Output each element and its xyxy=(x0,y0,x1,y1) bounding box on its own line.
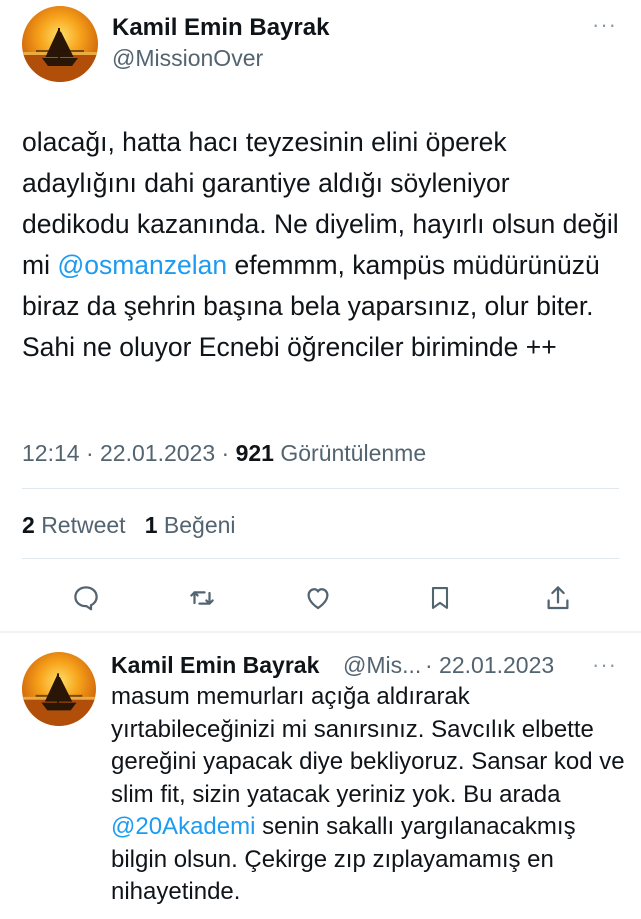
sunset-sailboat-avatar-image xyxy=(22,652,96,726)
retweets-label[interactable]: Retweet xyxy=(41,512,125,538)
author-name[interactable]: Kamil Emin Bayrak xyxy=(112,14,329,42)
reply-date[interactable]: · 22.01.2023 xyxy=(425,652,554,679)
more-options-icon[interactable]: ··· xyxy=(592,12,617,38)
retweet-icon xyxy=(190,591,214,605)
reply-author-avatar[interactable] xyxy=(22,652,96,726)
likes-label[interactable]: Beğeni xyxy=(164,512,236,538)
reply-icon xyxy=(74,586,98,611)
views-count: 921 xyxy=(235,440,274,466)
reply-author-name[interactable]: Kamil Emin Bayrak xyxy=(111,652,319,679)
author-handle[interactable]: @MissionOver xyxy=(112,45,263,72)
heart-icon xyxy=(307,588,329,610)
tweet-time[interactable]: 12:14 xyxy=(22,440,80,466)
bookmark-button[interactable] xyxy=(420,580,460,616)
reply-text-part1: masum memurları açığa aldırarak yırtabil… xyxy=(111,683,625,808)
share-button[interactable] xyxy=(538,580,578,616)
sunset-sailboat-avatar-image xyxy=(22,6,98,82)
reply-mention-link[interactable]: @20Akademi xyxy=(111,813,255,840)
mention-link[interactable]: @osmanzelan xyxy=(57,250,227,280)
tweet-text: olacağı, hatta hacı teyzesinin elini öpe… xyxy=(22,122,622,368)
divider xyxy=(22,488,619,489)
tweet-date[interactable]: 22.01.2023 xyxy=(100,440,215,466)
bookmark-icon xyxy=(431,587,449,609)
reply-more-options-icon[interactable]: ··· xyxy=(592,652,617,678)
retweets-count[interactable]: 2 xyxy=(22,512,35,538)
reply-author-handle[interactable]: @Mis... xyxy=(343,652,421,679)
separator: · xyxy=(79,440,101,466)
views-label: Görüntülenme xyxy=(280,440,427,466)
tweet-stats: 2 Retweet 1 Beğeni xyxy=(22,512,236,539)
reply-text: masum memurları açığa aldırarak yırtabil… xyxy=(111,681,626,909)
author-avatar[interactable] xyxy=(22,6,98,82)
divider xyxy=(22,558,619,559)
retweet-button[interactable] xyxy=(182,580,222,616)
separator: · xyxy=(215,440,236,466)
share-icon xyxy=(547,586,569,610)
like-button[interactable] xyxy=(298,580,338,616)
reply-button[interactable] xyxy=(66,580,106,616)
tweet-meta: 12:14 · 22.01.2023 · 921 Görüntülenme xyxy=(22,440,426,467)
likes-count[interactable]: 1 xyxy=(145,512,158,538)
section-divider xyxy=(0,631,641,633)
